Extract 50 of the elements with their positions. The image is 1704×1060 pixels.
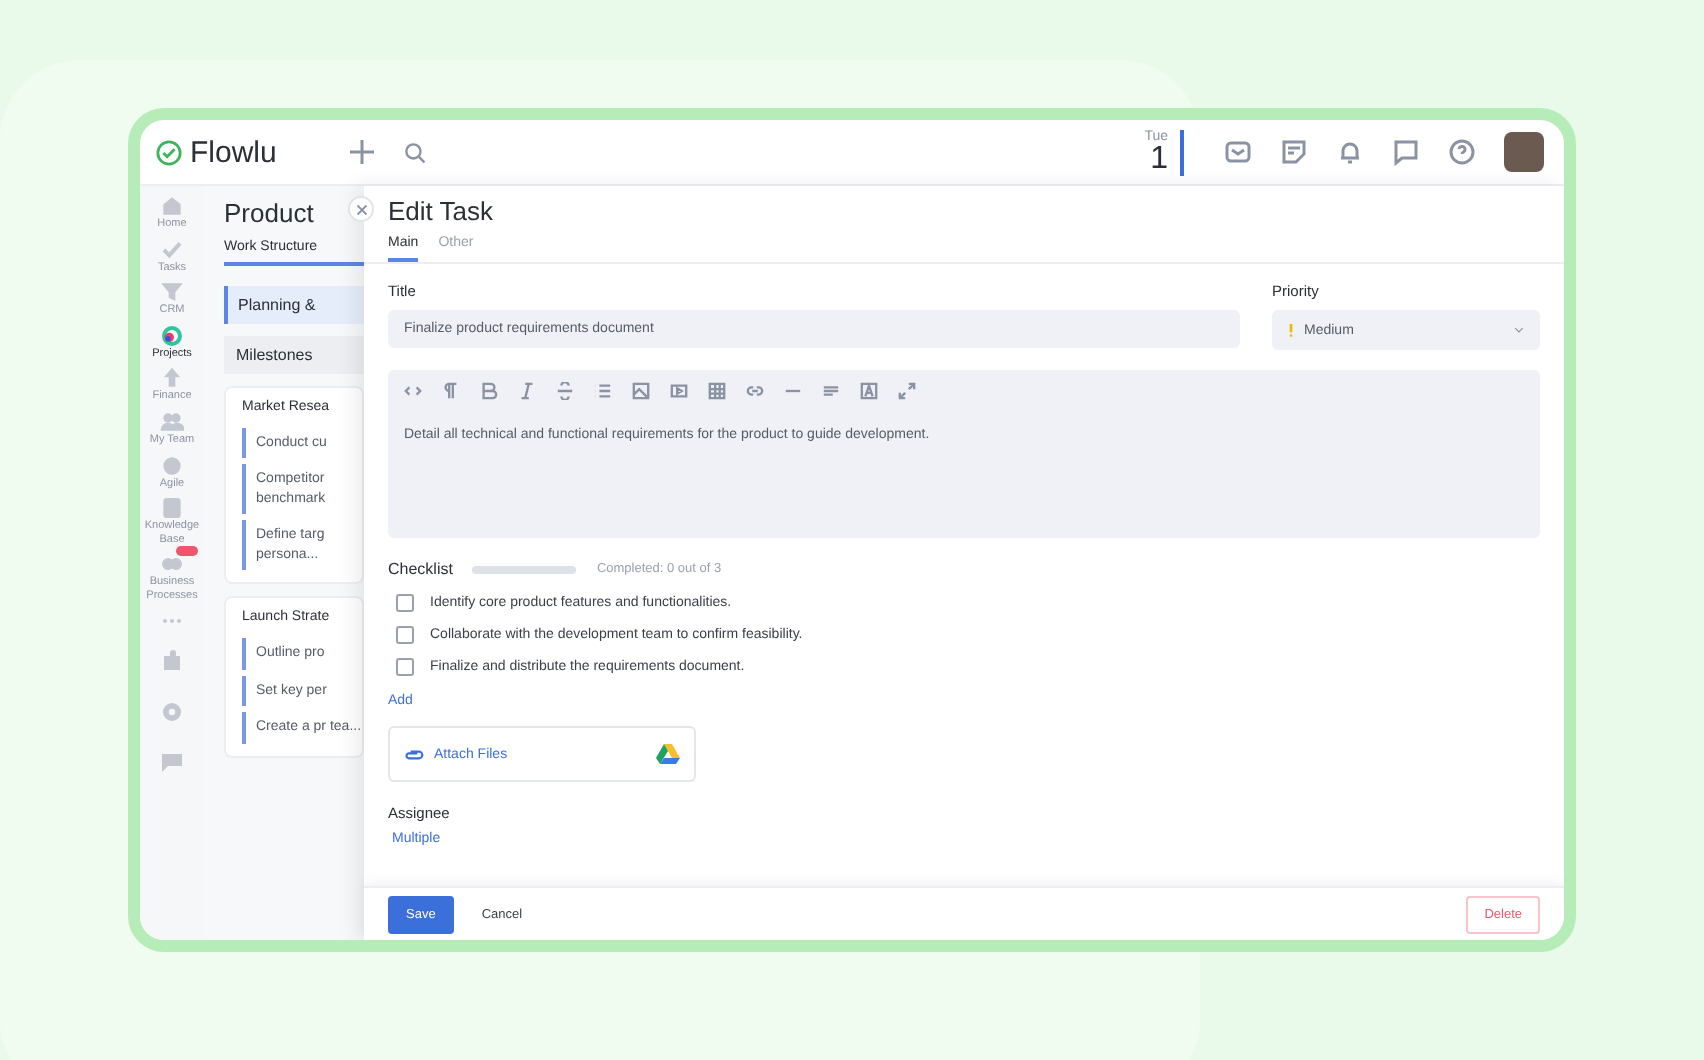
toolbar-icon[interactable] xyxy=(518,382,536,400)
toolbar-icon[interactable] xyxy=(746,382,764,400)
puzzle-icon[interactable] xyxy=(160,649,184,674)
toolbar-icon[interactable] xyxy=(898,382,916,400)
checkbox[interactable] xyxy=(396,658,414,676)
more-icon[interactable] xyxy=(162,617,182,624)
toolbar-icon[interactable] xyxy=(670,382,688,400)
exclamation-icon xyxy=(1288,322,1294,338)
mail-icon[interactable] xyxy=(1224,138,1252,166)
app-logo: Flowlu xyxy=(190,135,277,169)
nav-icon[interactable] xyxy=(160,280,184,305)
gear-icon[interactable] xyxy=(160,699,184,724)
drawer-title: Edit Task xyxy=(388,196,496,226)
bell-icon[interactable] xyxy=(1336,138,1364,166)
milestones-header[interactable]: Milestones xyxy=(224,336,364,374)
project-title: Product xyxy=(224,198,314,228)
chat-bubble-icon[interactable] xyxy=(160,749,184,774)
date-number: 1 xyxy=(1150,143,1168,175)
toolbar-icon[interactable] xyxy=(404,382,422,400)
nav-icon[interactable] xyxy=(160,366,184,391)
logo-check-icon xyxy=(156,139,182,165)
drive-icon[interactable] xyxy=(656,744,680,764)
close-button[interactable] xyxy=(348,196,374,222)
avatar[interactable] xyxy=(1504,132,1544,172)
help-icon[interactable] xyxy=(1448,138,1476,166)
nav-icon[interactable] xyxy=(160,453,184,478)
note-icon[interactable] xyxy=(1280,138,1308,166)
plus-icon[interactable] xyxy=(348,138,376,166)
chevron-down-icon[interactable] xyxy=(1514,326,1524,334)
checkbox[interactable] xyxy=(396,594,414,612)
nav-icon[interactable] xyxy=(160,194,184,218)
nav-icon[interactable] xyxy=(160,496,184,521)
chat-icon[interactable] xyxy=(1392,138,1420,166)
toolbar-icon[interactable] xyxy=(632,382,650,400)
toolbar-icon[interactable] xyxy=(860,382,878,400)
toolbar-icon[interactable] xyxy=(594,382,612,400)
toolbar-icon[interactable] xyxy=(442,382,460,400)
toolbar-icon[interactable] xyxy=(556,382,574,400)
paperclip-icon xyxy=(404,747,424,761)
toolbar-icon[interactable] xyxy=(822,382,840,400)
search-icon[interactable] xyxy=(404,141,426,163)
checkbox[interactable] xyxy=(396,626,414,644)
nav-icon[interactable] xyxy=(160,237,184,262)
checklist-label: Checklist xyxy=(388,560,453,578)
toolbar-icon[interactable] xyxy=(708,382,726,400)
stage-header[interactable]: Planning & xyxy=(224,286,364,324)
projects-icon[interactable] xyxy=(160,323,184,348)
toolbar-icon[interactable] xyxy=(480,382,498,400)
close-icon[interactable] xyxy=(355,203,367,215)
nav-icon[interactable] xyxy=(160,409,184,434)
